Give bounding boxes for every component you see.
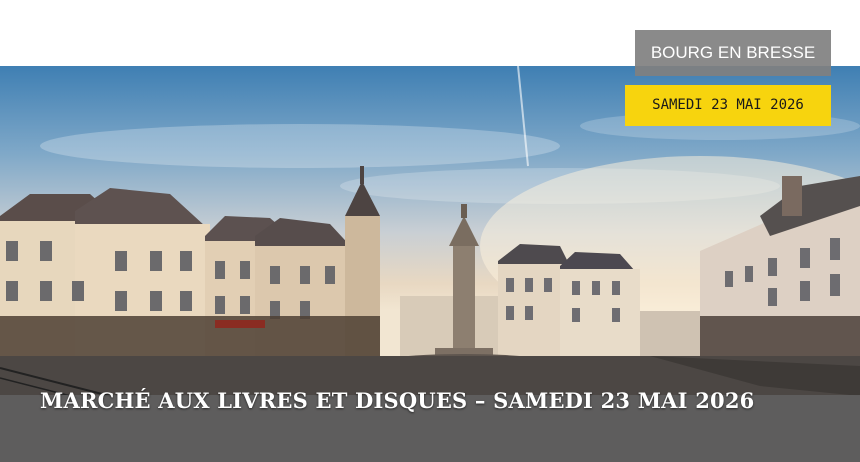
city-badge[interactable]: BOURG EN BRESSE — [635, 30, 831, 76]
event-title: MARCHÉ AUX LIVRES ET DISQUES – SAMEDI 23… — [40, 388, 755, 413]
date-badge[interactable]: SAMEDI 23 MAI 2026 — [625, 85, 831, 126]
